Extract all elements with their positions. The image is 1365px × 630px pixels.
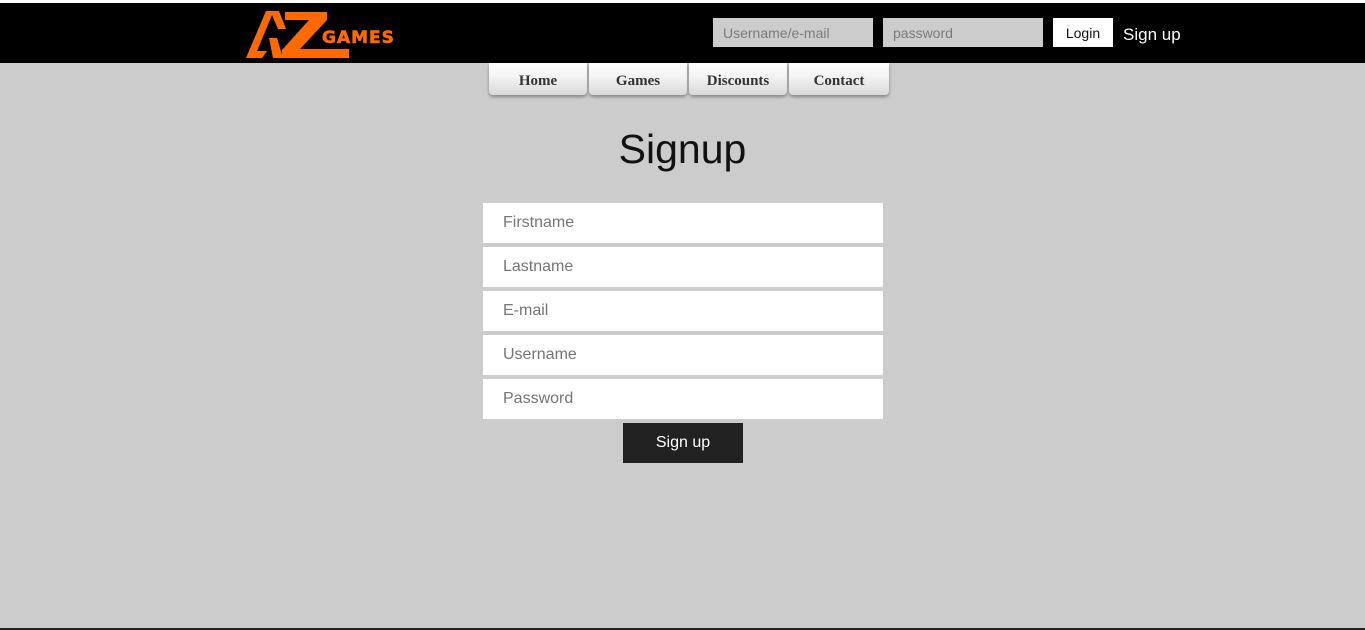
nav-tab-contact[interactable]: Contact <box>789 63 889 95</box>
header-password-input[interactable] <box>883 18 1043 47</box>
signup-submit-button[interactable]: Sign up <box>623 423 743 463</box>
email-field[interactable] <box>483 291 883 331</box>
page-title: Signup <box>618 126 747 172</box>
az-games-logo[interactable]: GAMES <box>245 7 410 61</box>
header-signup-link[interactable]: Sign up <box>1123 25 1181 45</box>
header-username-input[interactable] <box>713 18 873 47</box>
nav-tab-home[interactable]: Home <box>489 63 587 95</box>
login-button[interactable]: Login <box>1053 18 1113 47</box>
firstname-field[interactable] <box>483 203 883 243</box>
main-nav: Home Games Discounts Contact <box>489 63 889 96</box>
logo-graphic: GAMES <box>246 11 395 58</box>
header-bar: GAMES Login Sign up <box>0 3 1365 63</box>
lastname-field[interactable] <box>483 247 883 287</box>
password-field[interactable] <box>483 379 883 419</box>
username-field[interactable] <box>483 335 883 375</box>
page: GAMES Login Sign up Home Games Discounts… <box>0 0 1365 630</box>
nav-tab-discounts[interactable]: Discounts <box>689 63 787 95</box>
signup-form <box>483 203 883 423</box>
nav-tab-games[interactable]: Games <box>589 63 687 95</box>
logo-word: GAMES <box>322 28 395 48</box>
